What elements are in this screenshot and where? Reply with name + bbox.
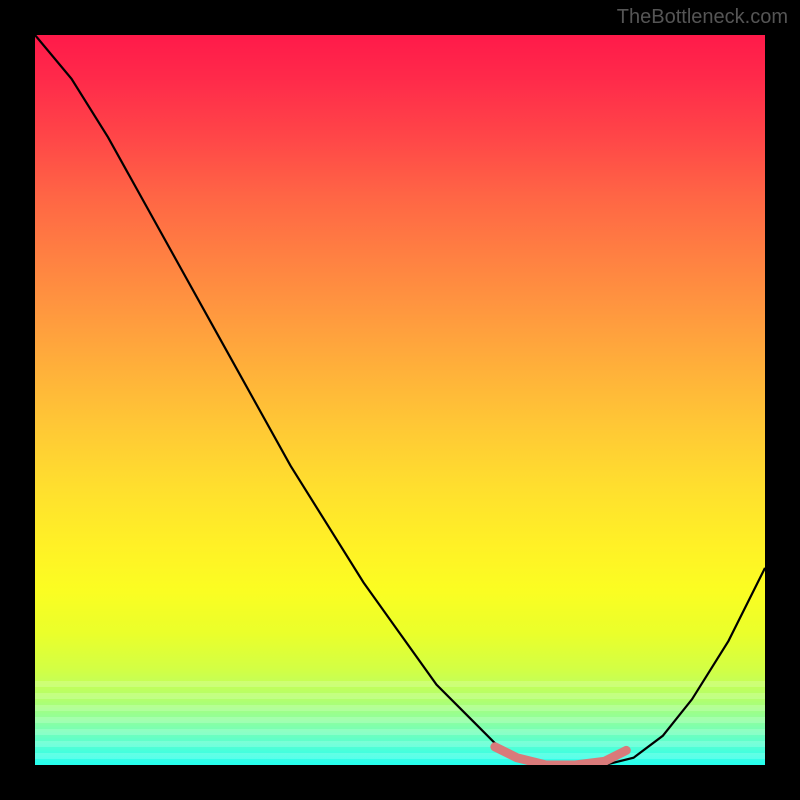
chart-plot-area [35, 35, 765, 765]
bottom-highlight-line [495, 747, 626, 765]
watermark-text: TheBottleneck.com [617, 6, 788, 29]
bottleneck-curve-line [35, 35, 765, 765]
chart-svg [35, 35, 765, 765]
